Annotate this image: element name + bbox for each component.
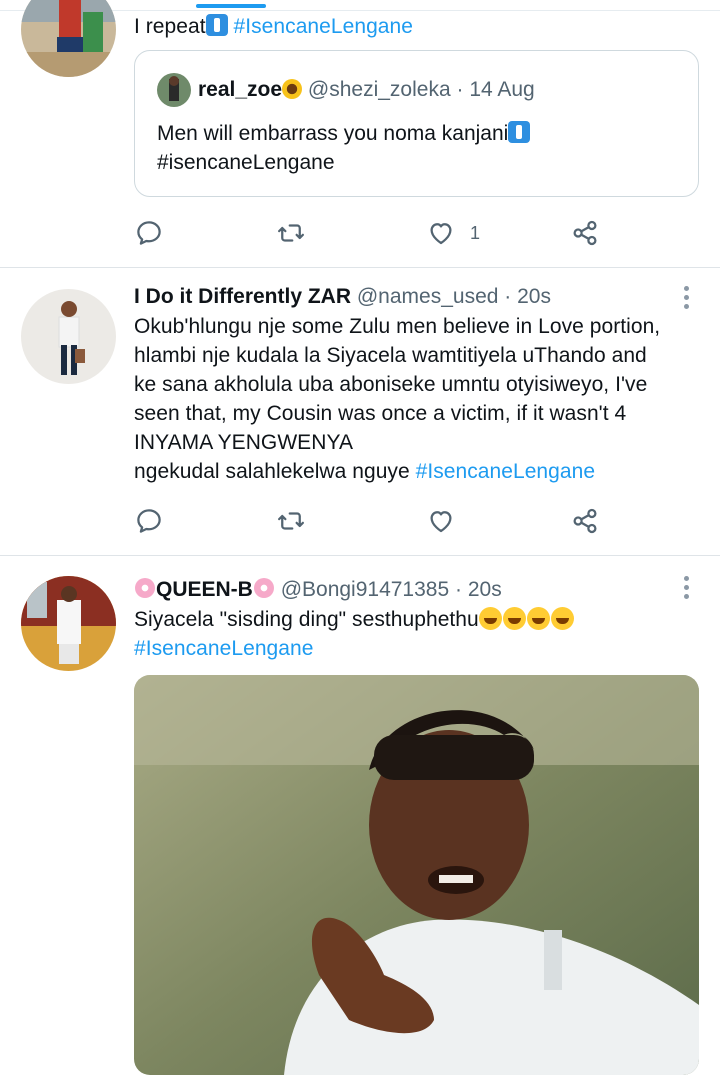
laughing-emoji-icon bbox=[502, 607, 526, 630]
share-icon bbox=[573, 220, 597, 246]
tweet-2[interactable]: I Do it Differently ZAR @names_used · 20… bbox=[0, 268, 720, 556]
laughing-emoji-icon bbox=[550, 607, 574, 630]
display-name[interactable]: QUEEN-B bbox=[156, 578, 253, 601]
avatar[interactable] bbox=[21, 576, 116, 671]
tweet-actions bbox=[134, 504, 614, 538]
heart-icon bbox=[430, 223, 452, 245]
retweet-icon bbox=[278, 512, 304, 530]
quoted-name[interactable]: real_zoe bbox=[198, 78, 282, 101]
quoted-avatar bbox=[157, 73, 191, 107]
reply-button[interactable] bbox=[134, 216, 164, 250]
retweet-icon bbox=[278, 224, 304, 242]
like-count: 1 bbox=[470, 222, 481, 243]
quoted-header: real_zoe @shezi_zoleka · 14 Aug bbox=[198, 78, 535, 101]
share-button[interactable] bbox=[570, 504, 600, 538]
hashtag-link[interactable]: #IsencaneLengane bbox=[416, 460, 595, 483]
reply-icon bbox=[137, 509, 161, 533]
display-name[interactable]: I Do it Differently ZAR bbox=[134, 285, 351, 308]
tweet-actions: 1 bbox=[134, 216, 614, 250]
hashtag-link[interactable]: #IsencaneLengane bbox=[134, 637, 313, 660]
reply-icon bbox=[137, 221, 161, 245]
quoted-handle: @shezi_zoleka bbox=[307, 78, 451, 101]
reply-button[interactable] bbox=[134, 504, 164, 538]
tweet-header: QUEEN-B @Bongi91471385 · 20s bbox=[134, 576, 698, 604]
tweet-text: I repeat #IsencaneLengane bbox=[134, 14, 413, 38]
tweet-1[interactable]: I repeat #IsencaneLengane real_zoe @shez… bbox=[0, 0, 720, 268]
hashtag-link[interactable]: #IsencaneLengane bbox=[234, 15, 413, 38]
sunflower-emoji-icon bbox=[282, 79, 303, 99]
person-emoji-icon bbox=[205, 14, 228, 36]
laughing-emoji-icon bbox=[526, 607, 550, 630]
tweet-media-image[interactable] bbox=[134, 675, 699, 1075]
quoted-time: 14 Aug bbox=[469, 78, 535, 101]
tweet-header: I Do it Differently ZAR @names_used · 20… bbox=[134, 285, 551, 308]
timestamp: 20s bbox=[467, 578, 502, 601]
laughing-emoji-icon bbox=[478, 607, 502, 630]
like-button[interactable]: 1 bbox=[426, 216, 480, 250]
share-button[interactable] bbox=[570, 216, 600, 250]
quoted-text: Men will embarrass you noma kanjani #ise… bbox=[157, 119, 678, 177]
tweet-text: Siyacela "sisding ding" sesthuphethu #Is… bbox=[134, 605, 698, 663]
blossom-emoji-icon bbox=[135, 578, 155, 598]
person-emoji-icon bbox=[508, 121, 531, 143]
retweet-button[interactable] bbox=[276, 504, 306, 538]
avatar[interactable] bbox=[21, 0, 116, 77]
username: @Bongi91471385 bbox=[280, 578, 450, 601]
blossom-emoji-icon bbox=[253, 578, 274, 598]
retweet-button[interactable] bbox=[276, 216, 306, 250]
heart-icon bbox=[430, 511, 452, 533]
timestamp: 20s bbox=[517, 285, 551, 308]
tweet-text: Okub'hlungu nje some Zulu men believe in… bbox=[134, 315, 661, 483]
share-icon bbox=[573, 508, 597, 534]
avatar[interactable] bbox=[21, 289, 116, 384]
like-button[interactable] bbox=[426, 504, 456, 538]
username: @names_used bbox=[356, 285, 499, 308]
quoted-tweet[interactable]: real_zoe @shezi_zoleka · 14 Aug Men will… bbox=[134, 50, 699, 197]
